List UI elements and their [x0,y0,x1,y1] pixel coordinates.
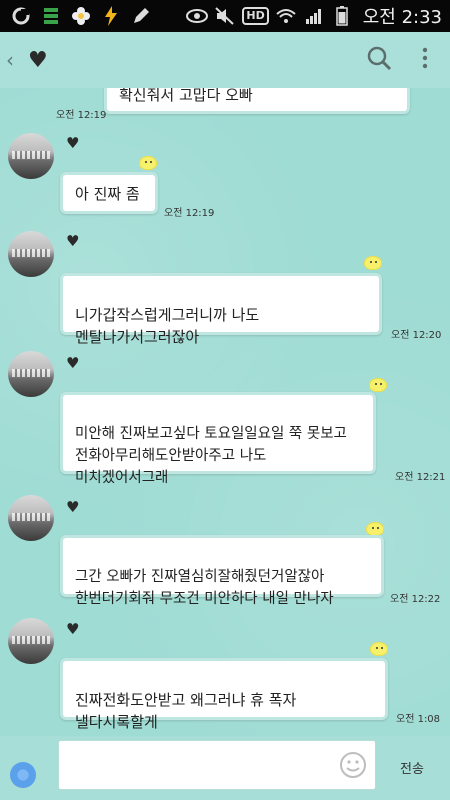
message-bubble[interactable]: 니가갑작스럽게그러니까 나도 멘탈나가서그러잖아 [60,273,382,346]
avatar[interactable] [8,231,54,277]
chick-icon [364,256,382,270]
chat-header: ‹ ♥ [0,32,450,88]
heart-icon: ♥ [66,620,80,638]
carrier-icon [10,6,32,26]
heart-icon: ♥ [66,498,80,516]
message-text: 미안해 진짜보고싶다 토요일일요일 쭉 못보고 전화아무리해도안받아주고 나도 … [75,426,347,486]
heart-icon: ♥ [66,354,80,372]
wifi-icon [275,6,297,26]
chat-area[interactable]: 확신줘서 고맙다 오빠 오전 12:19 ♥ 아 진짜 좀 오전 12:19 ♥… [0,88,450,736]
message-time: 오전 12:19 [164,208,215,219]
status-bar: HD 오전 2:33 [0,0,450,32]
avatar[interactable] [8,133,54,179]
message-text: 확신줘서 고맙다 오빠 [119,88,253,104]
avatar[interactable] [8,618,54,664]
message-text: 진짜전화도안받고 왜그러냐 휴 폭자 낼다시록할게 [75,691,297,731]
input-bar: 전송 [0,736,450,800]
battery-icon [331,6,353,26]
chick-icon [370,642,388,656]
message-time: 오전 12:20 [391,330,442,341]
more-vert-icon[interactable] [422,47,428,73]
heart-icon: ♥ [66,134,80,152]
message-bubble[interactable]: 그간 오빠가 진짜열심히잘해줬던거알잖아 한번더기회줘 무조건 미안하다 내일 … [60,535,384,607]
chick-icon [139,156,157,170]
message-input[interactable] [58,740,376,790]
attach-button[interactable] [10,762,36,788]
search-icon[interactable] [366,45,392,75]
send-button[interactable]: 전송 [400,758,424,777]
avatar[interactable] [8,495,54,541]
flower-icon [70,6,92,26]
message-time: 오전 12:21 [395,472,446,483]
signal-icon [303,6,325,26]
bolt-icon [100,6,122,26]
heart-icon: ♥ [28,47,48,73]
storage-icon [40,6,62,26]
avatar[interactable] [8,351,54,397]
chevron-left-icon[interactable]: ‹ [6,48,22,72]
message-bubble[interactable]: 미안해 진짜보고싶다 토요일일요일 쭉 못보고 전화아무리해도안받아주고 나도 … [60,392,376,486]
message-text: 니가갑작스럽게그러니까 나도 멘탈나가서그러잖아 [75,306,260,346]
message-text: 아 진짜 좀 [75,185,140,203]
eye-icon [186,6,209,26]
chick-icon [369,378,387,392]
message-time: 오전 1:08 [396,714,441,725]
message-bubble[interactable]: 확신줘서 고맙다 오빠 [104,88,410,114]
message-text: 그간 오빠가 진짜열심히잘해줬던거알잖아 한번더기회줘 무조건 미안하다 내일 … [75,569,334,607]
chick-icon [366,522,384,536]
status-time: 오전 2:33 [362,7,442,28]
mute-icon [214,6,236,26]
message-time: 오전 12:19 [56,110,107,121]
smiley-icon[interactable] [339,751,367,783]
pencil-icon [130,6,152,26]
message-bubble[interactable]: 아 진짜 좀 [60,172,158,214]
message-time: 오전 12:22 [390,594,441,605]
hd-icon: HD [242,7,269,25]
heart-icon: ♥ [66,232,80,250]
message-bubble[interactable]: 진짜전화도안받고 왜그러냐 휴 폭자 낼다시록할게 [60,658,388,731]
